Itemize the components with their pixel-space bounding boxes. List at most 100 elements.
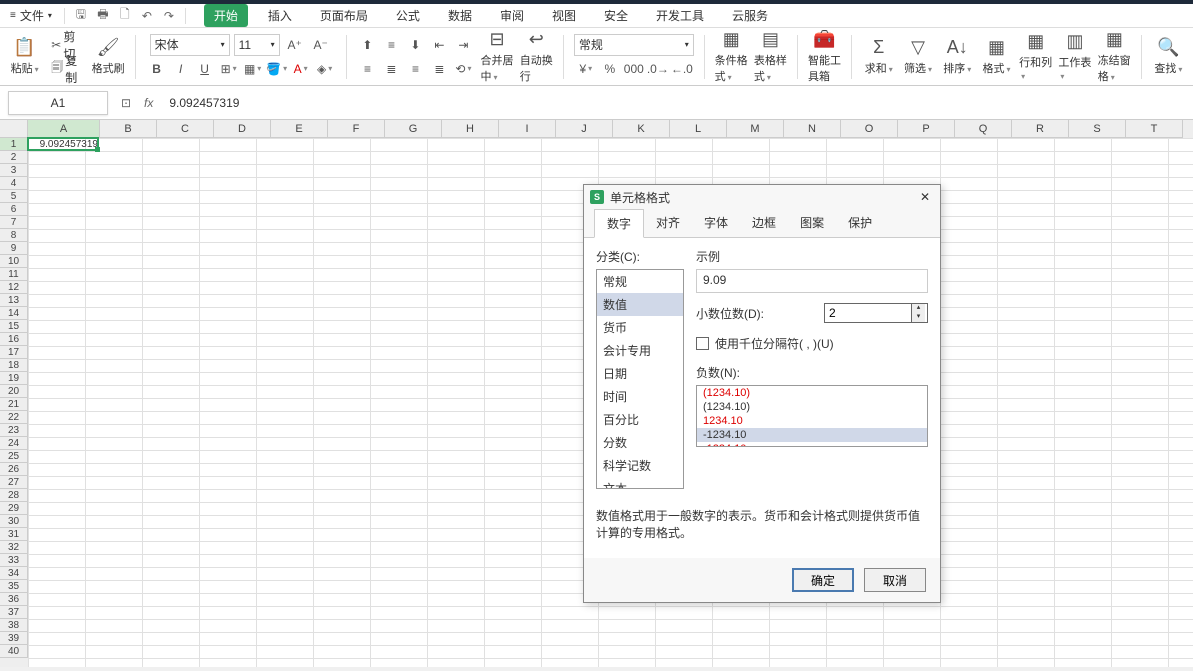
row-header-34[interactable]: 34 bbox=[0, 567, 28, 580]
name-box[interactable]: A1 bbox=[8, 91, 108, 115]
row-header-2[interactable]: 2 bbox=[0, 151, 28, 164]
row-header-10[interactable]: 10 bbox=[0, 255, 28, 268]
col-header-H[interactable]: H bbox=[442, 120, 499, 138]
fx-fullscreen-icon[interactable]: ⊡ bbox=[116, 93, 136, 113]
format-painter-button[interactable]: 🖌 格式刷 bbox=[92, 32, 125, 82]
table-style-button[interactable]: ▤表格样式 bbox=[754, 32, 787, 82]
wrap-text-button[interactable]: ↩ 自动换行 bbox=[520, 32, 553, 82]
row-header-11[interactable]: 11 bbox=[0, 268, 28, 281]
negative-list[interactable]: (1234.10)(1234.10)1234.10-1234.10-1234.1… bbox=[696, 385, 928, 447]
paste-button[interactable]: 📋 粘贴 bbox=[8, 32, 41, 82]
row-header-23[interactable]: 23 bbox=[0, 424, 28, 437]
col-header-B[interactable]: B bbox=[100, 120, 157, 138]
ribbon-tab-1[interactable]: 插入 bbox=[260, 3, 300, 28]
font-name-select[interactable]: 宋体▾ bbox=[150, 34, 230, 56]
col-header-S[interactable]: S bbox=[1069, 120, 1126, 138]
conditional-format-button[interactable]: ▦条件格式 bbox=[715, 32, 748, 82]
col-header-G[interactable]: G bbox=[385, 120, 442, 138]
row-header-6[interactable]: 6 bbox=[0, 203, 28, 216]
row-header-3[interactable]: 3 bbox=[0, 164, 28, 177]
sort-button[interactable]: A↓排序 bbox=[941, 32, 974, 82]
formula-input[interactable]: 9.092457319 bbox=[161, 96, 1185, 110]
select-all-button[interactable] bbox=[0, 120, 28, 138]
row-header-4[interactable]: 4 bbox=[0, 177, 28, 190]
ribbon-tab-3[interactable]: 公式 bbox=[388, 3, 428, 28]
increase-indent-button[interactable]: ⇥ bbox=[452, 34, 474, 56]
row-header-12[interactable]: 12 bbox=[0, 281, 28, 294]
decrease-indent-button[interactable]: ⇤ bbox=[428, 34, 450, 56]
fx-label[interactable]: fx bbox=[144, 96, 153, 110]
row-header-25[interactable]: 25 bbox=[0, 450, 28, 463]
row-header-19[interactable]: 19 bbox=[0, 372, 28, 385]
category-item-9[interactable]: 文本 bbox=[597, 477, 683, 489]
number-format-select[interactable]: 常规▾ bbox=[574, 34, 694, 56]
qat-preview-icon[interactable]: 🗋 bbox=[115, 6, 135, 26]
negative-option-3[interactable]: -1234.10 bbox=[697, 428, 927, 442]
thousands-checkbox[interactable] bbox=[696, 337, 709, 350]
align-bottom-button[interactable]: ⬇ bbox=[404, 34, 426, 56]
col-header-O[interactable]: O bbox=[841, 120, 898, 138]
dialog-tab-0[interactable]: 数字 bbox=[594, 209, 644, 238]
decrease-decimal-button[interactable]: ←.0 bbox=[671, 58, 693, 80]
decrease-font-button[interactable]: A⁻ bbox=[310, 34, 332, 56]
col-header-D[interactable]: D bbox=[214, 120, 271, 138]
negative-option-2[interactable]: 1234.10 bbox=[697, 414, 927, 428]
dialog-tab-1[interactable]: 对齐 bbox=[644, 209, 692, 237]
format-button[interactable]: ▦格式 bbox=[980, 32, 1013, 82]
align-top-button[interactable]: ⬆ bbox=[356, 34, 378, 56]
spinner-up-button[interactable]: ▴ bbox=[911, 304, 925, 313]
col-header-R[interactable]: R bbox=[1012, 120, 1069, 138]
row-header-15[interactable]: 15 bbox=[0, 320, 28, 333]
row-header-17[interactable]: 17 bbox=[0, 346, 28, 359]
font-size-select[interactable]: 11▾ bbox=[234, 34, 280, 56]
currency-button[interactable]: ¥ bbox=[575, 58, 597, 80]
col-header-E[interactable]: E bbox=[271, 120, 328, 138]
row-header-29[interactable]: 29 bbox=[0, 502, 28, 515]
align-middle-button[interactable]: ≡ bbox=[380, 34, 402, 56]
bold-button[interactable]: B bbox=[146, 58, 168, 80]
row-header-28[interactable]: 28 bbox=[0, 489, 28, 502]
col-header-M[interactable]: M bbox=[727, 120, 784, 138]
fill-color-button[interactable]: 🪣 bbox=[266, 58, 288, 80]
row-header-1[interactable]: 1 bbox=[0, 138, 28, 151]
col-header-Q[interactable]: Q bbox=[955, 120, 1012, 138]
copy-button[interactable]: 🗐复制 bbox=[47, 58, 85, 80]
qat-save-icon[interactable]: 🖫 bbox=[71, 6, 91, 26]
underline-button[interactable]: U bbox=[194, 58, 216, 80]
ribbon-tab-0[interactable]: 开始 bbox=[204, 4, 248, 27]
category-item-2[interactable]: 货币 bbox=[597, 316, 683, 339]
dialog-tab-5[interactable]: 保护 bbox=[836, 209, 884, 237]
dialog-tab-4[interactable]: 图案 bbox=[788, 209, 836, 237]
decimal-spinner[interactable]: ▴ ▾ bbox=[824, 303, 928, 323]
category-item-5[interactable]: 时间 bbox=[597, 385, 683, 408]
orientation-button[interactable]: ⟲ bbox=[452, 58, 474, 80]
col-header-C[interactable]: C bbox=[157, 120, 214, 138]
row-header-5[interactable]: 5 bbox=[0, 190, 28, 203]
filter-button[interactable]: ▽筛选 bbox=[901, 32, 934, 82]
row-header-38[interactable]: 38 bbox=[0, 619, 28, 632]
ribbon-tab-2[interactable]: 页面布局 bbox=[312, 3, 376, 28]
row-header-27[interactable]: 27 bbox=[0, 476, 28, 489]
italic-button[interactable]: I bbox=[170, 58, 192, 80]
col-header-F[interactable]: F bbox=[328, 120, 385, 138]
text-effects-button[interactable]: ◈ bbox=[314, 58, 336, 80]
align-right-button[interactable]: ≡ bbox=[404, 58, 426, 80]
qat-print-icon[interactable]: 🖶 bbox=[93, 6, 113, 26]
file-menu[interactable]: ≡ 文件 ▾ bbox=[4, 5, 58, 26]
ribbon-tab-8[interactable]: 开发工具 bbox=[648, 3, 712, 28]
toolbox-button[interactable]: 🧰智能工具箱 bbox=[808, 32, 841, 82]
negative-option-0[interactable]: (1234.10) bbox=[697, 386, 927, 400]
row-header-39[interactable]: 39 bbox=[0, 632, 28, 645]
dialog-close-button[interactable]: ✕ bbox=[916, 188, 934, 206]
row-header-14[interactable]: 14 bbox=[0, 307, 28, 320]
row-header-8[interactable]: 8 bbox=[0, 229, 28, 242]
negative-option-4[interactable]: -1234.10 bbox=[697, 442, 927, 447]
spinner-down-button[interactable]: ▾ bbox=[911, 313, 925, 322]
comma-button[interactable]: 000 bbox=[623, 58, 645, 80]
category-item-6[interactable]: 百分比 bbox=[597, 408, 683, 431]
category-item-0[interactable]: 常规 bbox=[597, 270, 683, 293]
increase-decimal-button[interactable]: .0→ bbox=[647, 58, 669, 80]
category-item-8[interactable]: 科学记数 bbox=[597, 454, 683, 477]
ribbon-tab-4[interactable]: 数据 bbox=[440, 3, 480, 28]
row-header-20[interactable]: 20 bbox=[0, 385, 28, 398]
